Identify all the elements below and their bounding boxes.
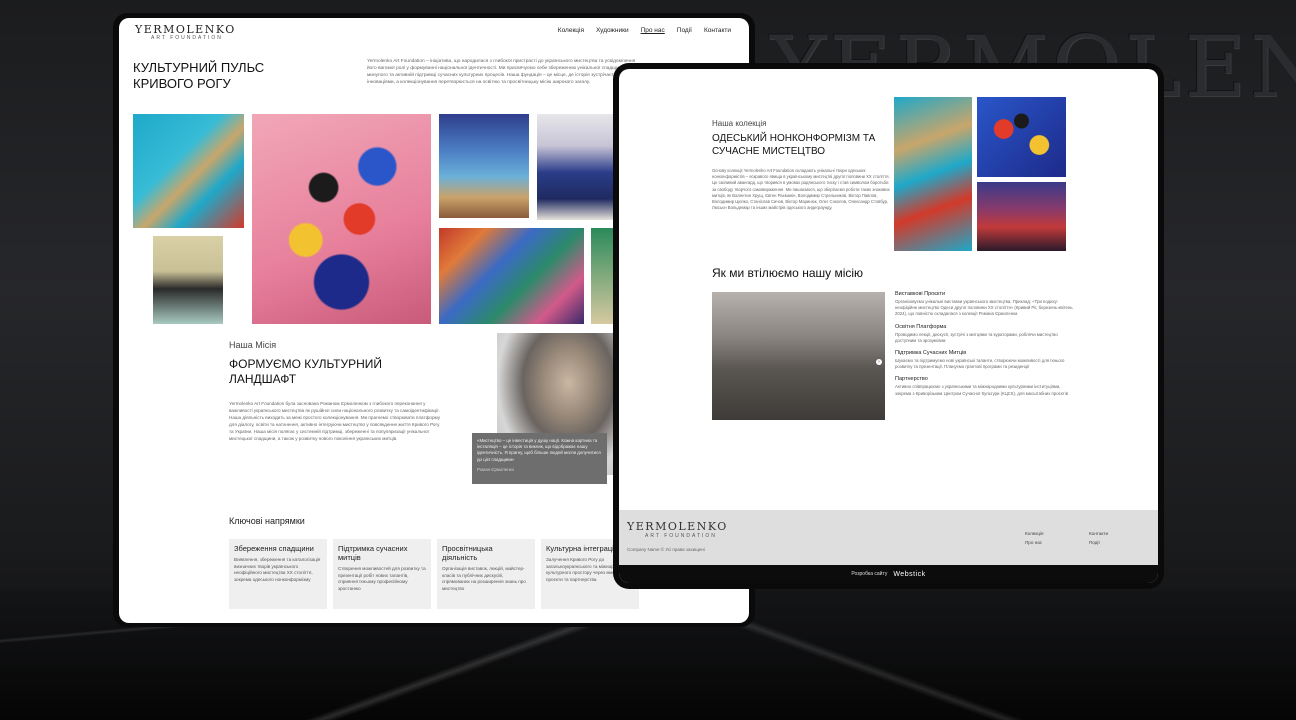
footer-link-events[interactable]: Події bbox=[1089, 538, 1108, 547]
list-item: Освітня Платформа Проводимо лекції, диск… bbox=[895, 324, 1073, 344]
card-title: Просвітницька діяльність bbox=[442, 544, 493, 562]
collection-label: Наша колекція bbox=[712, 119, 767, 128]
artwork-colorful-crowd bbox=[439, 228, 584, 324]
artwork-man-with-hat bbox=[537, 114, 617, 220]
list-item: Партнерство Активно співпрацюємо з украї… bbox=[895, 376, 1073, 396]
list-item: Підтримка Сучасних Митців Шукаємо та під… bbox=[895, 350, 1073, 370]
direction-card-heritage: Збереження спадщини Виявлення, збереженн… bbox=[229, 539, 327, 609]
mission-text: Yermolenko Art Foundation була заснована… bbox=[229, 401, 441, 441]
founder-quote: «Мистецтво – це інвестиція у душу нації.… bbox=[472, 433, 607, 484]
item-text: Активно співпрацюємо з українськими та м… bbox=[895, 384, 1068, 396]
collection-artwork-crowd bbox=[977, 182, 1066, 251]
hero-title: КУЛЬТУРНИЙ ПУЛЬС КРИВОГО РОГУ bbox=[133, 60, 265, 91]
direction-card-support: Підтримка сучасних митців Створення можл… bbox=[333, 539, 431, 609]
card-title: Підтримка сучасних митців bbox=[338, 544, 408, 562]
how-we-title: Як ми втілюємо нашу місію bbox=[712, 266, 864, 280]
footer-logo-subtitle: ART FOUNDATION bbox=[645, 533, 717, 539]
item-text: Шукаємо та підтримуємо нові українські т… bbox=[895, 358, 1065, 370]
footer-logo[interactable]: YERMOLENKO bbox=[627, 520, 728, 533]
footer-links-col2: Контакти Події bbox=[1089, 529, 1108, 547]
item-title: Освітня Платформа bbox=[895, 323, 947, 330]
collection-artwork-abstract bbox=[977, 97, 1066, 177]
nav-artists[interactable]: Художники bbox=[596, 27, 629, 34]
quote-text: «Мистецтво – це інвестиція у душу нації.… bbox=[477, 438, 601, 462]
nav-events[interactable]: Події bbox=[677, 27, 692, 34]
site-logo-subtitle: ART FOUNDATION bbox=[151, 35, 223, 41]
footer-link-contacts[interactable]: Контакти bbox=[1089, 529, 1108, 538]
item-title: Партнерство bbox=[895, 376, 928, 383]
directions-title: Ключові напрямки bbox=[229, 516, 305, 526]
main-nav: Колекція Художники Про нас Події Контакт… bbox=[558, 27, 731, 34]
footer-link-collection[interactable]: Колекція bbox=[1025, 529, 1044, 538]
nav-about[interactable]: Про нас bbox=[641, 27, 665, 34]
hero-intro-text: Yermolenko Art Foundation – ініціатива, … bbox=[367, 59, 636, 85]
footer-copyright: Company Name © Усі права захищені bbox=[627, 547, 705, 552]
developer-label: Розробка сайту bbox=[851, 571, 888, 577]
card-text: Організація виставок, лекцій, майстер-кл… bbox=[442, 566, 526, 591]
mission-items-list: Виставкові Проєкти Організовуємо унікаль… bbox=[895, 291, 1073, 403]
footer-links-col1: Колекція Про нас bbox=[1025, 529, 1044, 547]
list-item: Виставкові Проєкти Організовуємо унікаль… bbox=[895, 291, 1073, 318]
artwork-figures bbox=[439, 114, 529, 218]
nav-contacts[interactable]: Контакти bbox=[704, 27, 731, 34]
card-text: Виявлення, збереження та каталогізація в… bbox=[234, 557, 321, 582]
developer-bar: Розробка сайту Webstick bbox=[619, 565, 1158, 583]
chevron-right-icon[interactable]: › bbox=[876, 359, 882, 365]
site-footer: YERMOLENKO ART FOUNDATION Company Name ©… bbox=[619, 510, 1158, 565]
mission-title: ФОРМУЄМО КУЛЬТУРНИЙ ЛАНДШАФТ bbox=[229, 357, 383, 386]
right-device-frame: Наша колекція ОДЕСЬКИЙ НОНКОНФОРМІЗМ ТА … bbox=[613, 63, 1164, 589]
artwork-woman-figure bbox=[153, 236, 223, 324]
item-text: Організовуємо унікальні виставки українс… bbox=[895, 299, 1073, 317]
right-site-screen: Наша колекція ОДЕСЬКИЙ НОНКОНФОРМІЗМ ТА … bbox=[619, 69, 1158, 583]
mission-label: Наша Місія bbox=[229, 340, 277, 350]
site-header: YERMOLENKO ART FOUNDATION Колекція Худож… bbox=[119, 18, 749, 48]
artwork-ears bbox=[133, 114, 244, 228]
item-title: Підтримка Сучасних Митців bbox=[895, 350, 967, 357]
direction-card-education: Просвітницька діяльність Організація вис… bbox=[437, 539, 535, 609]
nav-collection[interactable]: Колекція bbox=[558, 27, 584, 34]
item-text: Проводимо лекції, дискусії, зустрічі з м… bbox=[895, 331, 1058, 343]
footer-link-about[interactable]: Про нас bbox=[1025, 538, 1044, 547]
developer-brand-link[interactable]: Webstick bbox=[893, 571, 925, 578]
quote-author: Роман Єрмоленко bbox=[477, 466, 515, 472]
collection-artwork-ears bbox=[894, 97, 972, 251]
collection-title: ОДЕСЬКИЙ НОНКОНФОРМІЗМ ТА СУЧАСНЕ МИСТЕЦ… bbox=[712, 133, 876, 157]
card-text: Створення можливостей для розвитку та пр… bbox=[338, 566, 426, 591]
collection-text: Основу колекції Yermolenko Art Foundatio… bbox=[712, 168, 890, 211]
artwork-abstract-tree bbox=[252, 114, 431, 324]
item-title: Виставкові Проєкти bbox=[895, 291, 946, 297]
exhibition-photo bbox=[712, 292, 885, 420]
card-title: Збереження спадщини bbox=[234, 544, 314, 553]
